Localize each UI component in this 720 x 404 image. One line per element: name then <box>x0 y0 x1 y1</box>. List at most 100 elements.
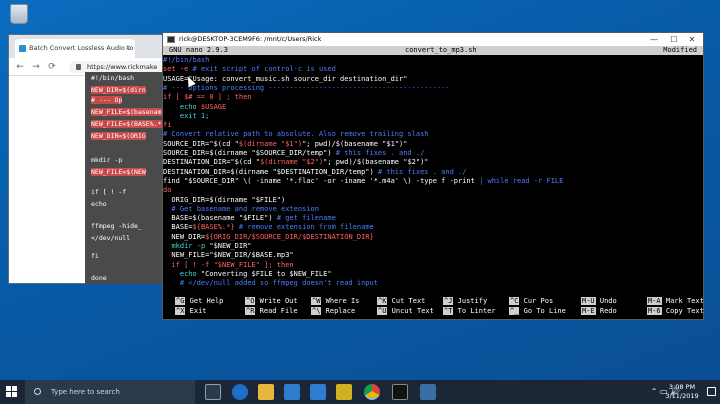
code-token: "; pwd)/$(basename "$2")" <box>323 158 429 167</box>
shortcut-key: ^W <box>311 297 322 305</box>
maximize-button[interactable]: ☐ <box>665 33 683 46</box>
shortcut-label: Redo <box>599 307 617 315</box>
shortcut-key: ^J <box>443 297 454 305</box>
recycle-bin-icon <box>10 4 28 24</box>
app2-icon[interactable] <box>420 384 436 400</box>
clock[interactable]: 3:08 PM 3/11/2019 <box>662 383 702 401</box>
store-icon[interactable] <box>284 384 300 400</box>
snippet-line: done <box>91 274 107 282</box>
edge-icon[interactable] <box>232 384 248 400</box>
shortcut-item[interactable]: ^G Get Help <box>175 297 223 306</box>
shortcut-label: Get Help <box>189 297 224 305</box>
code-token: # Get basename and remove extension <box>163 204 319 213</box>
code-line: BASE=$(basename "$FILE") # get filename <box>163 214 336 223</box>
tab-close-icon[interactable]: × <box>125 39 131 58</box>
shortcut-label: Undo <box>599 297 617 305</box>
snippet-line: #!/bin/bash <box>91 74 135 82</box>
terminal-titlebar[interactable]: rick@DESKTOP-3CEM9F6: /mnt/c/Users/Rick … <box>163 33 703 46</box>
forward-icon[interactable]: → <box>31 61 41 73</box>
code-token: BASE=$(basename "$FILE") <box>163 214 273 223</box>
terminal-window[interactable]: rick@DESKTOP-3CEM9F6: /mnt/c/Users/Rick … <box>162 32 704 320</box>
shortcut-label: To Linter <box>457 307 496 315</box>
desktop: Batch Convert Lossless Audio to × ← → ⟳ … <box>0 0 720 380</box>
search-icon <box>34 388 41 395</box>
mail-icon[interactable] <box>310 384 326 400</box>
code-line: SOURCE_DIR=$(dirname "$SOURCE_DIR/temp")… <box>163 149 424 157</box>
shortcut-key: M-U <box>581 297 596 305</box>
code-token: # this fixes . and ./ <box>373 167 467 176</box>
editor-buffer[interactable]: #!/bin/bash set -e # exit script of contr… <box>163 56 703 326</box>
code-token: # this fixes . and ./ <box>331 149 425 157</box>
shortcut-item[interactable]: M-U Undo <box>581 297 617 306</box>
clock-date: 3/11/2019 <box>665 392 699 400</box>
code-line: if [ $# == 0 ] ; then <box>163 93 252 101</box>
shortcut-label: Read File <box>259 307 298 315</box>
code-token: ${BASE%.*} <box>192 223 235 232</box>
shortcut-item[interactable]: ^U Uncut Text <box>377 307 434 316</box>
shortcut-item[interactable]: M-6 Copy Text <box>647 307 704 316</box>
shortcut-label: Uncut Text <box>391 307 434 315</box>
start-button[interactable] <box>6 386 18 398</box>
shortcut-item[interactable]: ^K Cut Text <box>377 297 425 306</box>
close-button[interactable]: ✕ <box>683 33 701 46</box>
clock-time: 3:08 PM <box>668 383 696 391</box>
code-token: set -e <box>163 65 189 74</box>
shortcut-label: Mark Text <box>665 297 704 305</box>
recycle-bin[interactable] <box>6 4 32 24</box>
minimize-button[interactable]: — <box>645 33 663 46</box>
code-token: # get filename <box>272 214 336 223</box>
code-token: NEW_DIR= <box>163 232 206 241</box>
code-token: | while read -r FILE <box>479 176 564 185</box>
shortcut-item[interactable]: M-A Mark Text <box>647 297 704 306</box>
taskbar: Type here to search ⌃ ▭ 🔊 3:08 PM 3/11/2… <box>0 380 720 404</box>
code-token: SOURCE_DIR=$(dirname "$SOURCE_DIR/temp") <box>163 149 332 157</box>
code-token: NEW_FILE="$NEW_DIR/$BASE.mp3" <box>163 251 294 260</box>
shortcut-item[interactable]: ^_ Go To Line <box>509 307 566 316</box>
terminal-icon <box>167 36 175 43</box>
shortcut-label: Where Is <box>325 297 360 305</box>
notification-icon[interactable] <box>707 387 716 396</box>
task-view-icon[interactable] <box>205 384 221 400</box>
shortcut-item[interactable]: ^J Justify <box>443 297 487 306</box>
shortcut-key: M-E <box>581 307 596 315</box>
tab-title: Batch Convert Lossless Audio to <box>29 44 134 52</box>
shortcut-item[interactable]: ^T To Linter <box>443 307 496 316</box>
snippet-line: echo <box>91 200 107 208</box>
shortcut-item[interactable]: ^O Write Out <box>245 297 298 306</box>
code-token: # </dev/null added so ffmpeg doesn't rea… <box>163 279 378 288</box>
code-token: if [ $# == 0 ] ; then <box>163 93 252 102</box>
shortcut-item[interactable]: ^W Where Is <box>311 297 359 306</box>
code-token: "$NEW_DIR" <box>205 242 252 250</box>
code-line: DESTINATION_DIR="$(cd "$(dirname "$2")";… <box>163 158 429 166</box>
code-token: $(dirname "$1") <box>238 139 303 148</box>
app-icon[interactable] <box>336 384 352 400</box>
shortcut-label: Cur Pos <box>523 297 554 305</box>
terminal-taskbar-icon[interactable] <box>392 384 408 400</box>
search-placeholder: Type here to search <box>51 388 120 396</box>
shortcut-item[interactable]: ^X Exit <box>175 307 207 316</box>
back-icon[interactable]: ← <box>15 61 25 73</box>
browser-tab[interactable]: Batch Convert Lossless Audio to × <box>15 39 135 58</box>
shortcut-item[interactable]: ^C Cur Pos <box>509 297 553 306</box>
shortcut-key: ^U <box>377 307 388 315</box>
shortcut-item[interactable]: ^\ Replace <box>311 307 355 316</box>
shortcut-key: ^R <box>245 307 256 315</box>
shortcut-key: ^G <box>175 297 186 305</box>
reload-icon[interactable]: ⟳ <box>47 61 57 73</box>
nano-header: GNU nano 2.9.3 convert_to_mp3.sh Modifie… <box>163 46 703 55</box>
code-token: $USAGE <box>196 102 227 111</box>
nano-shortcuts: ^G Get Help ^O Write Out ^W Where Is ^K Cut… <box>163 297 704 319</box>
code-line: # --- Options processing ---------------… <box>163 84 450 92</box>
shortcut-item[interactable]: M-E Redo <box>581 307 617 316</box>
shortcut-label: Replace <box>325 307 356 315</box>
taskbar-search[interactable]: Type here to search <box>25 380 195 404</box>
code-line: set -e # exit script of control-c is use… <box>163 65 336 73</box>
snippet-line: NEW_FILE=$(basename <box>91 108 163 116</box>
code-token: do <box>163 186 172 195</box>
shortcut-item[interactable]: ^R Read File <box>245 307 298 316</box>
code-line: # Get basename and remove extension <box>163 205 319 213</box>
chrome-icon[interactable] <box>364 384 380 400</box>
code-token: ${ORIG_DIR/$SOURCE_DIR/$DESTINATION_DIR} <box>205 232 374 241</box>
file-explorer-icon[interactable] <box>258 384 274 400</box>
